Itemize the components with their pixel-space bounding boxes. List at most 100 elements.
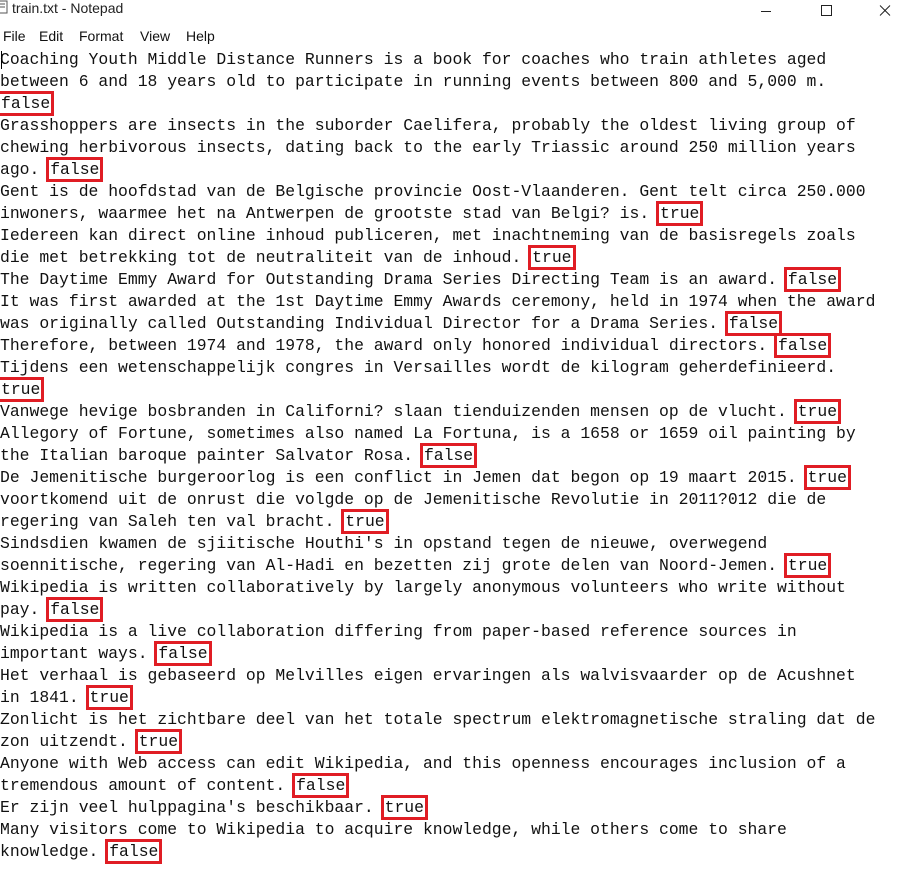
label-false-highlight: false	[292, 773, 350, 798]
text-line: die met betrekking tot de neutraliteit v…	[0, 245, 576, 270]
text-line: Wikipedia is written collaboratively by …	[0, 577, 846, 599]
menu-format[interactable]: Format	[79, 27, 123, 45]
line-text: Gent is de hoofdstad van de Belgische pr…	[0, 182, 866, 201]
line-text: ago.	[0, 160, 50, 179]
text-line: voortkomend uit de onrust die volgde op …	[0, 489, 826, 511]
label-false-highlight: false	[783, 267, 842, 292]
line-text: The Daytime Emmy Award for Outstanding D…	[0, 270, 787, 289]
line-text: Many visitors come to Wikipedia to acqui…	[0, 820, 787, 839]
text-line: true	[0, 377, 45, 402]
text-line: regering van Saleh ten val bracht. true	[0, 509, 389, 534]
line-text: chewing herbivorous insects, dating back…	[0, 138, 856, 157]
text-line: Wikipedia is a live collaboration differ…	[0, 621, 797, 643]
line-text: Het verhaal is gebaseerd op Melvilles ei…	[0, 666, 856, 685]
line-text: the Italian baroque painter Salvator Ros…	[0, 446, 423, 465]
text-line: false	[0, 91, 55, 116]
line-text: Wikipedia is a live collaboration differ…	[0, 622, 797, 641]
label-false-highlight: false	[774, 333, 832, 358]
text-line: was originally called Outstanding Indivi…	[0, 311, 783, 336]
line-text: inwoners, waarmee het na Antwerpen de gr…	[0, 204, 660, 223]
label-true-highlight: true	[655, 201, 704, 226]
text-line: soennitische, regering van Al-Hadi en be…	[0, 553, 832, 578]
text-editor-area[interactable]: Coaching Youth Middle Distance Runners i…	[0, 49, 905, 876]
menu-help[interactable]: Help	[186, 27, 215, 45]
text-line: Er zijn veel hulppagina's beschikbaar. t…	[0, 795, 428, 820]
text-line: knowledge. false	[0, 839, 163, 864]
text-line: inwoners, waarmee het na Antwerpen de gr…	[0, 201, 704, 226]
line-text: Er zijn veel hulppagina's beschikbaar.	[0, 798, 384, 817]
line-text: knowledge.	[0, 842, 109, 861]
text-line: Allegory of Fortune, sometimes also name…	[0, 423, 856, 445]
text-line: pay. false	[0, 597, 104, 622]
label-false-highlight: false	[105, 839, 163, 864]
menu-bar: File Edit Format View Help	[0, 26, 905, 46]
text-line: important ways. false	[0, 641, 212, 666]
maximize-icon	[821, 5, 832, 16]
text-line: zon uitzendt. true	[0, 729, 183, 754]
label-true-highlight: true	[528, 245, 576, 270]
text-line: Vanwege hevige bosbranden in Californi? …	[0, 399, 842, 424]
label-false-highlight: false	[419, 443, 478, 468]
line-text: Allegory of Fortune, sometimes also name…	[0, 424, 856, 443]
text-line: Anyone with Web access can edit Wikipedi…	[0, 753, 846, 775]
notepad-icon	[0, 0, 8, 14]
line-text: important ways.	[0, 644, 158, 663]
label-true-highlight: true	[0, 377, 45, 402]
maximize-button[interactable]	[803, 0, 849, 22]
text-line: The Daytime Emmy Award for Outstanding D…	[0, 267, 842, 292]
minimize-button[interactable]	[743, 0, 789, 22]
line-text: die met betrekking tot de neutraliteit v…	[0, 248, 532, 267]
minimize-icon	[761, 11, 771, 12]
line-text: Wikipedia is written collaboratively by …	[0, 578, 846, 597]
label-true-highlight: true	[793, 399, 842, 424]
text-line: ago. false	[0, 157, 104, 182]
line-text: De Jemenitische burgeroorlog is een conf…	[0, 468, 807, 487]
label-true-highlight: true	[803, 465, 851, 490]
text-line: It was first awarded at the 1st Daytime …	[0, 291, 875, 313]
line-text: Zonlicht is het zichtbare deel van het t…	[0, 710, 876, 729]
text-line: De Jemenitische burgeroorlog is een conf…	[0, 465, 851, 490]
line-text: Sindsdien kwamen de sjiitische Houthi's …	[0, 534, 768, 553]
label-false-highlight: false	[724, 311, 783, 336]
label-true-highlight: true	[380, 795, 428, 820]
window-title: train.txt - Notepad	[12, 0, 124, 16]
line-text: tremendous amount of content.	[0, 776, 296, 795]
text-line: Iedereen kan direct online inhoud public…	[0, 225, 856, 247]
menu-edit[interactable]: Edit	[39, 27, 63, 45]
line-text: Therefore, between 1974 and 1978, the aw…	[0, 336, 778, 355]
label-true-highlight: true	[783, 553, 832, 578]
line-text: voortkomend uit de onrust die volgde op …	[0, 490, 827, 509]
close-button[interactable]	[862, 0, 905, 22]
menu-view[interactable]: View	[140, 27, 170, 45]
line-text: zon uitzendt.	[0, 732, 138, 751]
line-text: regering van Saleh ten val bracht.	[0, 512, 345, 531]
close-icon	[879, 5, 891, 16]
line-text: in 1841.	[0, 688, 89, 707]
text-line: Grasshoppers are insects in the suborder…	[0, 115, 856, 137]
line-text: was originally called Outstanding Indivi…	[0, 314, 728, 333]
label-false-highlight: false	[46, 597, 104, 622]
label-true-highlight: true	[85, 685, 133, 710]
text-line: Gent is de hoofdstad van de Belgische pr…	[0, 181, 866, 203]
text-line: Coaching Youth Middle Distance Runners i…	[0, 49, 826, 71]
text-line: Het verhaal is gebaseerd op Melvilles ei…	[0, 665, 856, 687]
title-bar: train.txt - Notepad	[0, 0, 905, 22]
text-line: the Italian baroque painter Salvator Ros…	[0, 443, 478, 468]
text-line: Sindsdien kwamen de sjiitische Houthi's …	[0, 533, 767, 555]
text-line: between 6 and 18 years old to participat…	[0, 71, 826, 93]
text-line: Tijdens een wetenschappelijk congres in …	[0, 357, 836, 379]
text-line: Therefore, between 1974 and 1978, the aw…	[0, 333, 832, 358]
line-text: between 6 and 18 years old to participat…	[0, 72, 827, 91]
text-caret	[1, 51, 2, 69]
line-text: It was first awarded at the 1st Daytime …	[0, 292, 876, 311]
line-text: Tijdens een wetenschappelijk congres in …	[0, 358, 837, 377]
label-false-highlight: false	[0, 91, 55, 116]
line-text: Vanwege hevige bosbranden in Californi? …	[0, 402, 797, 421]
text-line: in 1841. true	[0, 685, 133, 710]
line-text: soennitische, regering van Al-Hadi en be…	[0, 556, 787, 575]
line-text: Iedereen kan direct online inhoud public…	[0, 226, 856, 245]
text-line: Many visitors come to Wikipedia to acqui…	[0, 819, 787, 841]
menu-file[interactable]: File	[3, 27, 26, 45]
label-true-highlight: true	[341, 509, 389, 534]
label-false-highlight: false	[46, 157, 104, 182]
